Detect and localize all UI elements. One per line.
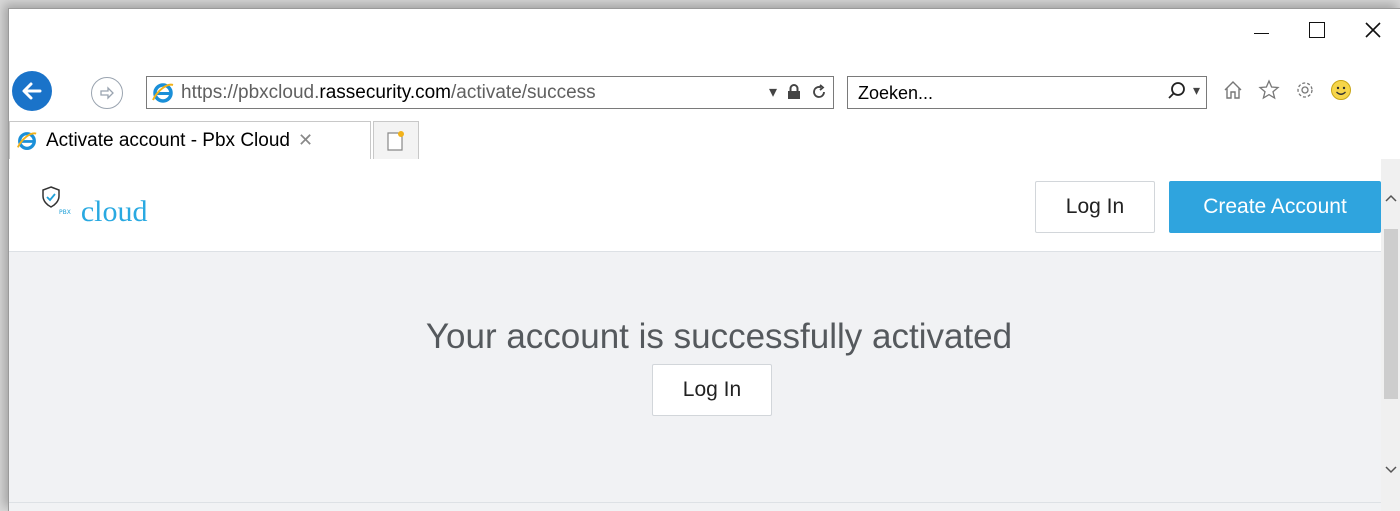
vertical-scrollbar[interactable] bbox=[1381, 159, 1400, 511]
new-tab-button[interactable] bbox=[373, 121, 419, 159]
smiley-icon[interactable] bbox=[1330, 79, 1352, 101]
forward-button[interactable] bbox=[91, 77, 123, 109]
web-page: PBX cloud Log In Create Account Your acc… bbox=[9, 159, 1381, 511]
logo-sub: PBX bbox=[59, 209, 71, 216]
url-path: /activate/success bbox=[451, 81, 596, 103]
url-subdomain: pbxcloud. bbox=[238, 81, 320, 103]
new-tab-icon bbox=[387, 130, 404, 151]
tab-strip: Activate account - Pbx Cloud ✕ bbox=[9, 117, 1400, 159]
browser-window: https://pbxcloud.rassecurity.com/activat… bbox=[8, 8, 1400, 511]
close-window-button[interactable] bbox=[1345, 9, 1400, 51]
address-tools: ▾ bbox=[769, 82, 827, 101]
maximize-icon bbox=[1309, 22, 1325, 38]
settings-icon[interactable] bbox=[1294, 79, 1316, 101]
close-icon bbox=[1365, 22, 1381, 38]
logo-word: cloud bbox=[80, 195, 148, 228]
tab-activate-account[interactable]: Activate account - Pbx Cloud ✕ bbox=[9, 121, 371, 159]
login-button[interactable]: Log In bbox=[652, 364, 772, 416]
minimize-button[interactable] bbox=[1233, 9, 1289, 51]
search-tools: ▾ bbox=[1167, 81, 1200, 101]
forward-icon bbox=[100, 86, 114, 100]
home-icon[interactable] bbox=[1222, 79, 1244, 101]
header-login-button[interactable]: Log In bbox=[1035, 181, 1155, 233]
command-icons bbox=[1222, 79, 1352, 101]
address-bar[interactable]: https://pbxcloud.rassecurity.com/activat… bbox=[146, 76, 834, 109]
back-icon bbox=[22, 82, 42, 100]
navigation-bar: https://pbxcloud.rassecurity.com/activat… bbox=[9, 67, 1400, 111]
back-button[interactable] bbox=[12, 71, 52, 111]
maximize-button[interactable] bbox=[1289, 9, 1345, 51]
scrollbar-thumb[interactable] bbox=[1384, 229, 1398, 399]
close-tab-icon[interactable]: ✕ bbox=[298, 130, 313, 151]
site-header: PBX cloud Log In Create Account bbox=[9, 159, 1381, 252]
lock-icon[interactable] bbox=[787, 83, 801, 100]
tab-title: Activate account - Pbx Cloud bbox=[46, 129, 290, 151]
address-url[interactable]: https://pbxcloud.rassecurity.com/activat… bbox=[181, 82, 596, 104]
scroll-down-icon[interactable] bbox=[1381, 459, 1400, 481]
search-input[interactable] bbox=[856, 81, 1130, 105]
shield-check-icon bbox=[42, 186, 60, 208]
activation-message: Your account is successfully activated bbox=[425, 317, 1013, 356]
url-scheme: https:// bbox=[181, 81, 239, 103]
url-domain: rassecurity.com bbox=[319, 81, 451, 103]
ie-icon bbox=[16, 131, 37, 150]
minimize-icon bbox=[1253, 32, 1269, 34]
ie-icon bbox=[152, 82, 174, 103]
dropdown-icon[interactable]: ▾ bbox=[769, 82, 777, 101]
create-account-button[interactable]: Create Account bbox=[1169, 181, 1381, 233]
refresh-icon[interactable] bbox=[811, 83, 827, 100]
search-icon[interactable] bbox=[1167, 81, 1187, 101]
scroll-up-icon[interactable] bbox=[1381, 187, 1400, 209]
divider bbox=[9, 502, 1381, 503]
favorites-icon[interactable] bbox=[1258, 79, 1280, 101]
search-box[interactable]: ▾ bbox=[847, 76, 1207, 109]
window-caption-buttons bbox=[1233, 9, 1400, 51]
site-logo[interactable]: PBX cloud bbox=[41, 185, 148, 229]
search-dropdown-icon[interactable]: ▾ bbox=[1193, 83, 1200, 99]
